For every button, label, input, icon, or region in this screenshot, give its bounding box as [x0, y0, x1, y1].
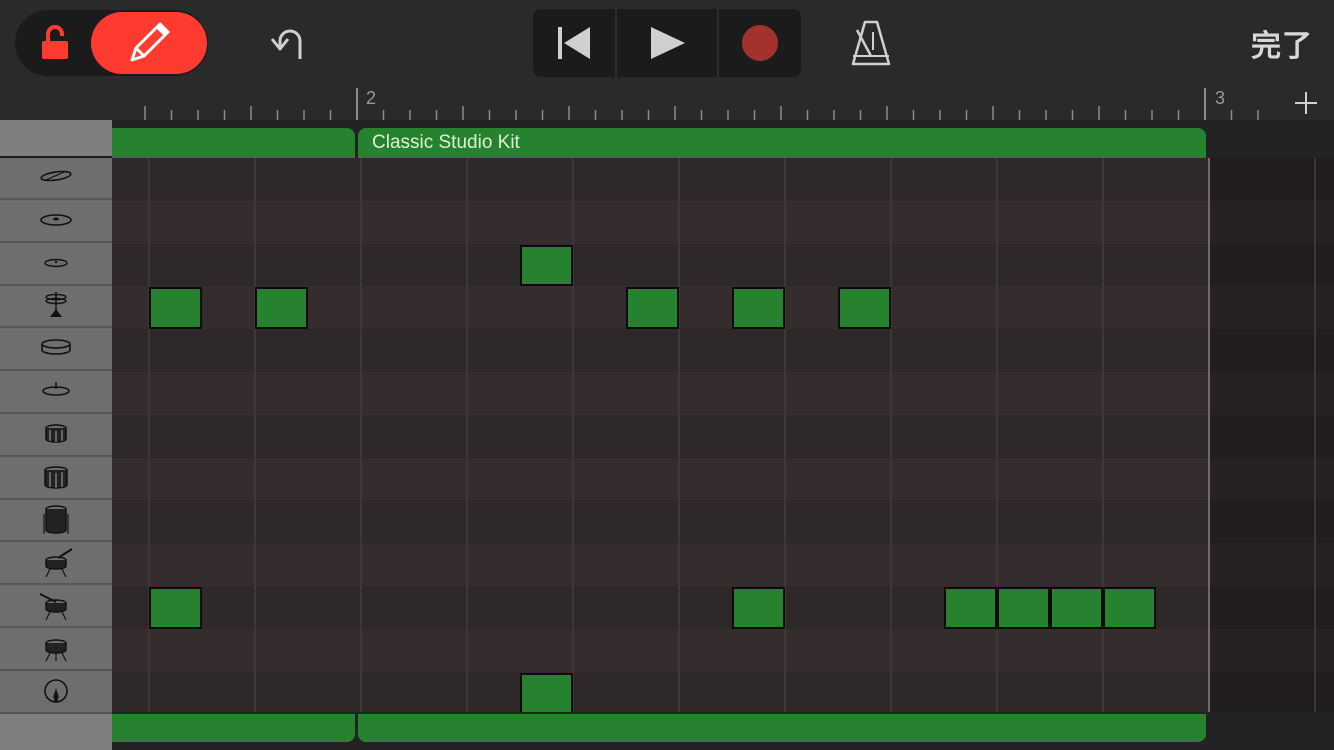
snare-icon: [39, 593, 67, 621]
grid-row[interactable]: [112, 543, 1334, 586]
snare-side-stick-icon: [45, 639, 67, 662]
drum-note[interactable]: [149, 587, 202, 629]
grid-row[interactable]: [112, 671, 1334, 714]
grid-row[interactable]: [112, 414, 1334, 458]
lock-button[interactable]: [30, 20, 82, 66]
grid-row[interactable]: [112, 372, 1334, 415]
drum-note[interactable]: [1050, 587, 1103, 629]
instrument-row-header[interactable]: [0, 628, 112, 671]
beat-line: [1314, 158, 1316, 714]
metronome-icon: [851, 20, 891, 66]
beat-line: [996, 158, 998, 714]
drum-note[interactable]: [255, 287, 308, 330]
instrument-row-header[interactable]: [0, 500, 112, 543]
record-icon: [742, 25, 778, 61]
hihat-open-icon: [42, 382, 70, 396]
drum-note[interactable]: [732, 287, 785, 330]
go-to-beginning-button[interactable]: [533, 9, 615, 77]
beat-line: [254, 158, 256, 714]
add-button[interactable]: [1278, 86, 1334, 120]
record-button[interactable]: [719, 9, 801, 77]
instrument-header: [0, 120, 112, 156]
previous-region-footer[interactable]: [112, 714, 355, 742]
drum-note-grid[interactable]: [112, 158, 1334, 714]
pencil-button[interactable]: [91, 12, 207, 74]
bar-line: [1208, 158, 1210, 714]
instrument-row-header[interactable]: [0, 457, 112, 500]
previous-region[interactable]: [112, 128, 355, 158]
metronome-button[interactable]: [843, 18, 899, 70]
drum-note[interactable]: [732, 587, 785, 629]
drum-note[interactable]: [520, 244, 573, 287]
drum-note[interactable]: [944, 587, 997, 629]
drum-note[interactable]: [520, 672, 573, 714]
ruler-corner: [0, 86, 112, 120]
instrument-row-header[interactable]: [0, 543, 112, 586]
beat-line: [784, 158, 786, 714]
tom-mid-icon: [44, 465, 68, 489]
beat-line: [678, 158, 680, 714]
snare-rimshot-icon: [45, 548, 73, 578]
play-button[interactable]: [617, 9, 717, 77]
instrument-footer: [0, 714, 112, 750]
drum-note[interactable]: [997, 587, 1050, 629]
ruler-ticks: [144, 88, 1259, 120]
bottom-region-strip: [112, 712, 1334, 750]
instrument-row-header[interactable]: [0, 286, 112, 329]
instrument-row-header[interactable]: [0, 586, 112, 628]
crash-cymbal-icon: [40, 170, 72, 182]
drum-note[interactable]: [838, 287, 891, 330]
plus-icon: [1295, 92, 1317, 114]
ride-cymbal-icon: [40, 213, 72, 226]
instrument-row-header[interactable]: [0, 329, 112, 372]
instrument-row-header[interactable]: [0, 200, 112, 243]
grid-row[interactable]: [112, 329, 1334, 372]
drum-region-footer[interactable]: [358, 714, 1206, 742]
undo-icon: [270, 29, 302, 59]
grid-row[interactable]: [112, 243, 1334, 287]
instrument-row-header[interactable]: [0, 414, 112, 457]
bar-number: 3: [1215, 88, 1226, 108]
drum-note[interactable]: [149, 287, 202, 330]
region-strip: Classic Studio Kit: [112, 120, 1334, 158]
region-title: Classic Studio Kit: [372, 132, 520, 153]
beat-line: [466, 158, 468, 714]
drum-region[interactable]: Classic Studio Kit: [358, 128, 1206, 158]
done-button[interactable]: 完了: [1240, 22, 1324, 64]
transport-controls: [533, 9, 801, 77]
beat-line: [890, 158, 892, 714]
go-to-beginning-icon: [558, 27, 590, 59]
pencil-icon: [130, 22, 170, 62]
tom-high-icon: [45, 424, 67, 443]
splash-cymbal-icon: [44, 258, 68, 267]
instrument-row-header[interactable]: [0, 671, 112, 714]
grid-row[interactable]: [112, 158, 1334, 201]
instrument-row-header[interactable]: [0, 372, 112, 414]
drum-note[interactable]: [626, 287, 679, 330]
hihat-closed-icon: [41, 339, 71, 355]
lock-open-icon: [42, 25, 68, 59]
timeline-ruler[interactable]: 2 3: [112, 86, 1278, 120]
drum-note[interactable]: [1103, 587, 1156, 629]
beat-line: [148, 158, 150, 714]
undo-button[interactable]: [262, 20, 314, 66]
grid-row[interactable]: [112, 457, 1334, 501]
drum-kit-instrument-list: [0, 158, 112, 714]
instrument-row-header[interactable]: [0, 243, 112, 286]
beat-line: [1102, 158, 1104, 714]
floor-tom-icon: [43, 505, 69, 535]
grid-row[interactable]: [112, 628, 1334, 672]
beat-line: [360, 158, 362, 714]
play-icon: [651, 27, 685, 59]
grid-row[interactable]: [112, 500, 1334, 544]
instrument-row-header[interactable]: [0, 158, 112, 200]
beat-line: [572, 158, 574, 714]
hihat-pedal-icon: [45, 292, 67, 318]
kick-drum-icon: [44, 678, 68, 703]
bar-number: 2: [366, 88, 377, 108]
grid-row[interactable]: [112, 200, 1334, 244]
